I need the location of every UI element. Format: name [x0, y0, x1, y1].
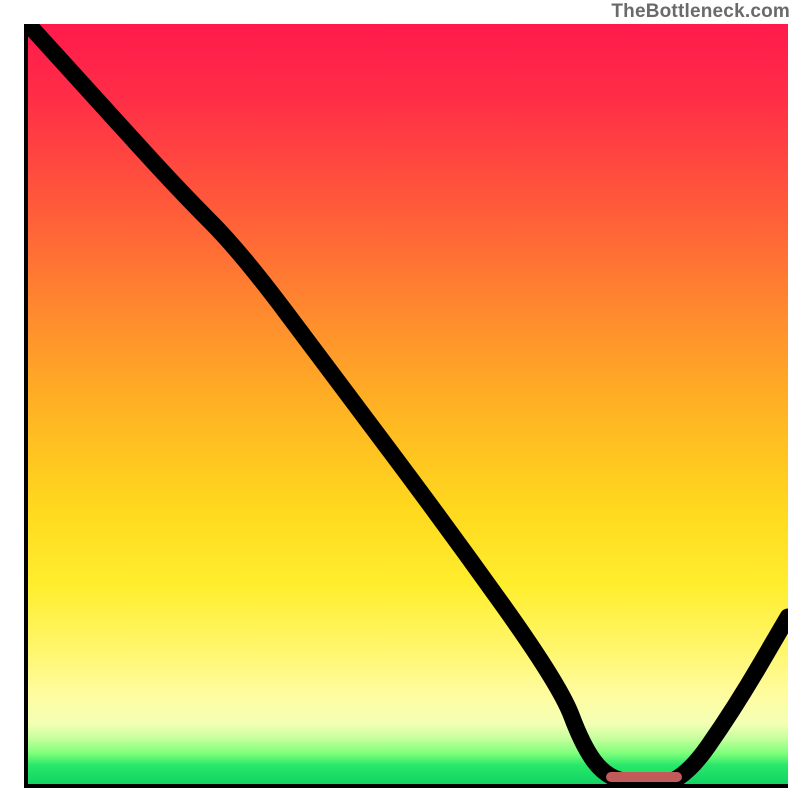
- curve-path: [28, 24, 788, 784]
- plot-area: [24, 24, 788, 788]
- bottleneck-curve: [28, 24, 788, 784]
- chart-frame: TheBottleneck.com: [0, 0, 800, 800]
- watermark-text: TheBottleneck.com: [611, 2, 790, 21]
- optimal-range-marker: [606, 772, 682, 782]
